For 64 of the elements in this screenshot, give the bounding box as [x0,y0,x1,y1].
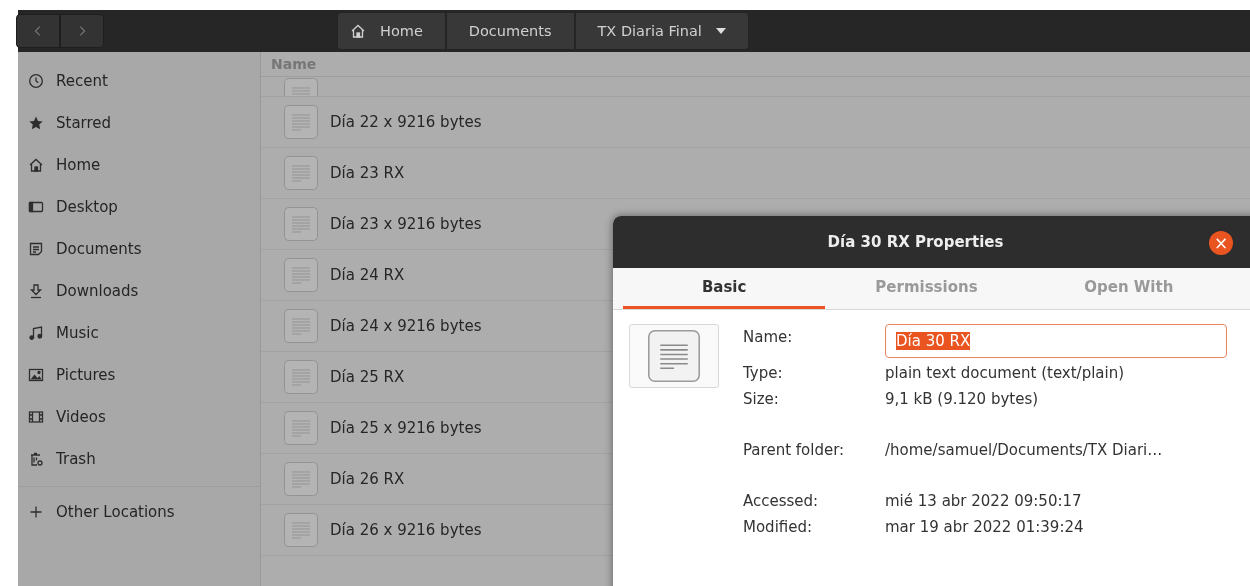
document-icon [28,241,44,257]
plus-icon [28,504,44,520]
dialog-title: Día 30 RX Properties [827,233,1004,251]
sidebar-item[interactable]: Trash [18,438,260,480]
file-row[interactable]: Día 23 RX [261,148,1250,199]
music-note-icon [28,325,44,341]
close-button[interactable]: × [1209,231,1233,255]
file-name: Día 23 RX [330,164,405,182]
home-icon [350,23,366,39]
sidebar-item[interactable]: Desktop [18,186,260,228]
property-value: mié 13 abr 2022 09:50:17 [885,491,1083,512]
sidebar-item[interactable]: Pictures [18,354,260,396]
file-name: Día 25 x 9216 bytes [330,419,482,437]
breadcrumb-button[interactable]: Documents [445,12,575,50]
property-label: Type: [743,363,784,384]
file-name: Día 26 x 9216 bytes [330,521,482,539]
caret-icon [715,28,726,34]
desktop-icon [28,199,44,215]
download-icon [28,283,44,299]
sidebar-item[interactable]: Music [18,312,260,354]
sidebar-item[interactable]: Documents [18,228,260,270]
file-name: Día 24 RX [330,266,405,284]
file-name: Día 25 RX [330,368,405,386]
file-icon [284,156,318,190]
sidebar-item[interactable]: Home [18,144,260,186]
sidebar-item[interactable]: Recent [18,60,260,102]
sidebar-item[interactable]: Starred [18,102,260,144]
file-name: Día 26 RX [330,470,405,488]
home-icon [28,157,44,173]
breadcrumb-button[interactable]: TX Diaria Final [574,12,749,50]
film-icon [28,409,44,425]
file-icon [284,360,318,394]
file-icon [284,207,318,241]
property-label: Accessed: [743,491,820,512]
file-icon [284,105,318,139]
file-name: Día 23 x 9216 bytes [330,215,482,233]
file-icon [284,309,318,343]
file-icon [284,258,318,292]
property-value: plain text document (text/plain) [885,363,1126,384]
sidebar-item[interactable]: Other Locations [18,491,260,533]
file-icon [284,513,318,547]
star-icon [28,115,44,131]
document-icon [648,330,700,382]
file-icon [284,462,318,496]
clock-icon [28,73,44,89]
file-name: Día 22 x 9216 bytes [330,113,482,131]
name-input-field[interactable]: Día 30 RX [885,324,1227,358]
file-icon [284,411,318,445]
property-label: Size: [743,389,780,410]
breadcrumb-button[interactable]: Home [337,12,446,50]
sidebar-item[interactable]: Downloads [18,270,260,312]
file-row[interactable]: Día 22 x 9216 bytes [261,97,1250,148]
picture-icon [28,367,44,383]
property-value: mar 19 abr 2022 01:39:24 [885,517,1085,538]
file-name: Día 24 x 9216 bytes [330,317,482,335]
trash-icon [28,451,44,467]
file-icon-button[interactable] [629,324,719,388]
property-value: 9,1 kB (9.120 bytes) [885,389,1040,410]
property-label: Parent folder: [743,440,846,461]
property-value: /home/samuel/Documents/TX Diari… [885,440,1164,461]
field-label: Name: [743,327,794,348]
tab[interactable]: Basic [623,268,826,309]
property-label: Modified: [743,517,814,538]
sidebar-item[interactable]: Videos [18,396,260,438]
